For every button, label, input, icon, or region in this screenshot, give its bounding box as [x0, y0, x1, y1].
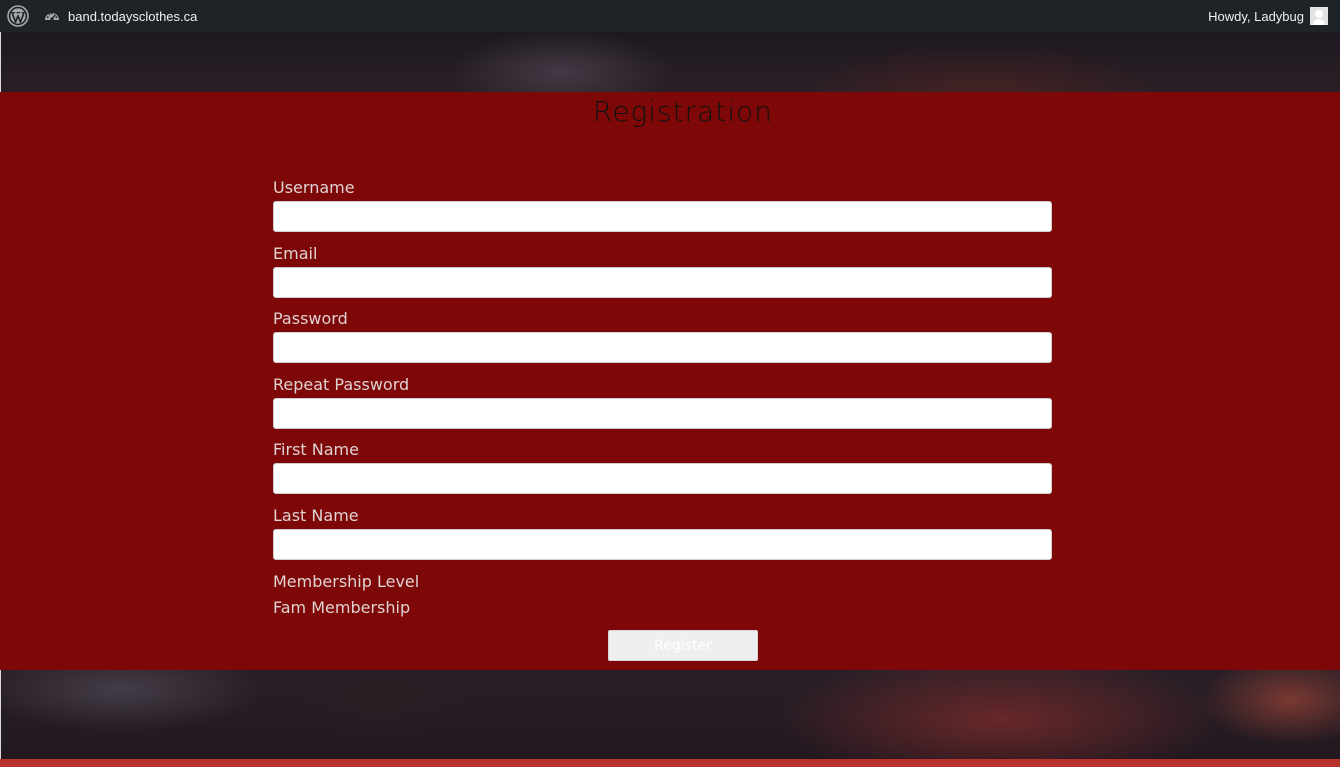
footer-background-image [0, 670, 1340, 759]
greeting-text: Howdy, Ladybug [1208, 8, 1304, 24]
site-name: band.todaysclothes.ca [68, 8, 198, 24]
membership-level-value: Fam Membership [273, 598, 411, 617]
membership-level-label: Membership Level [273, 572, 420, 591]
username-label: Username [273, 178, 355, 197]
page-title: Registration [593, 95, 773, 128]
register-button[interactable]: Register [608, 630, 758, 661]
last-name-label: Last Name [273, 505, 359, 525]
password-input[interactable] [273, 332, 1052, 364]
email-input[interactable] [273, 266, 1052, 298]
admin-bar: band.todaysclothes.ca Howdy, Ladybug [0, 0, 1340, 32]
password-label: Password [273, 309, 348, 329]
last-name-input[interactable] [273, 528, 1052, 560]
password-field-group: Password [273, 309, 1052, 375]
username-input[interactable] [273, 201, 1052, 232]
membership-level-section: Membership Level Fam Membership [273, 571, 419, 623]
wordpress-logo-icon[interactable] [7, 5, 29, 27]
username-field-group: Username [273, 178, 1052, 244]
title-divider [273, 148, 1103, 149]
first-name-input[interactable] [273, 463, 1052, 495]
repeat-password-input[interactable] [273, 397, 1052, 429]
first-name-field-group: First Name [273, 440, 1052, 506]
repeat-password-field-group: Repeat Password [273, 375, 1052, 441]
my-account-menu[interactable]: Howdy, Ladybug [1208, 0, 1328, 32]
user-avatar-icon [1310, 7, 1328, 25]
last-name-field-group: Last Name [273, 506, 1052, 572]
registration-form: Username Email Password Repeat Password … [273, 178, 1052, 572]
header-background-image [0, 32, 1340, 92]
email-label: Email [273, 243, 318, 263]
registration-panel: Registration Username Email Password Rep… [0, 92, 1340, 670]
repeat-password-label: Repeat Password [273, 374, 410, 394]
first-name-label: First Name [273, 440, 359, 460]
email-field-group: Email [273, 244, 1052, 310]
site-name-link[interactable]: band.todaysclothes.ca [43, 0, 197, 32]
dashboard-icon [43, 7, 61, 25]
bottom-accent-strip [0, 759, 1340, 767]
